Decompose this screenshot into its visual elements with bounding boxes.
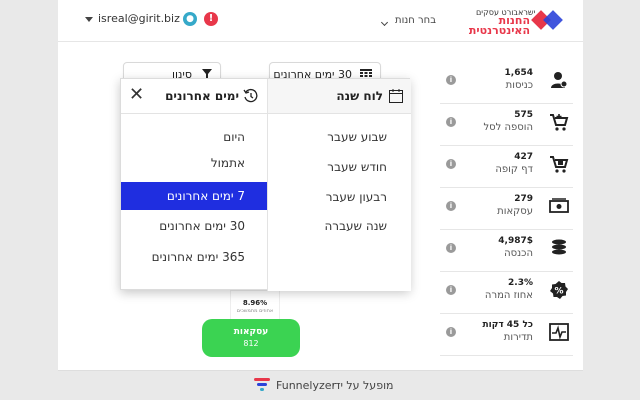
option-last-7-days[interactable]: 7 ימים אחרונים [121, 182, 267, 210]
deals-value: 812 [243, 339, 259, 348]
close-icon[interactable]: ✕ [129, 84, 144, 106]
info-icon[interactable]: i [446, 117, 456, 127]
funnelyzer-logo-icon [254, 378, 270, 391]
footer: Funnelyzer מופעל על ידי [58, 370, 583, 400]
option-last-month[interactable]: חודש שעבר [267, 153, 411, 181]
calendar-title: לוח שנה [336, 89, 383, 103]
alert-icon[interactable]: ! [204, 12, 218, 26]
brand-name: החנות האינטרנטית [468, 15, 530, 37]
stat-label: דף קופה [495, 164, 533, 175]
info-icon[interactable]: i [446, 159, 456, 169]
stat-row-add-to-cart[interactable]: 575 הוספה לסל i [440, 106, 573, 146]
stat-label: תדירות [503, 332, 533, 343]
svg-text:%: % [554, 287, 563, 297]
option-last-365-days[interactable]: 365 ימים אחרונים [121, 243, 267, 271]
stat-value: כל 45 דקות [482, 320, 533, 330]
recent-days-title: ימים אחרונים [165, 89, 239, 103]
stat-row-checkout[interactable]: 427 דף קופה i [440, 148, 573, 188]
deals-funnel-button[interactable]: עסקאות 812 [202, 319, 300, 357]
footer-powered-by: מופעל על ידי [332, 379, 394, 392]
option-last-quarter[interactable]: רבעון שעבר [267, 183, 411, 211]
info-icon[interactable]: i [446, 201, 456, 211]
stat-label: הכנסה [504, 248, 533, 259]
store-select[interactable]: בחר חנות [395, 15, 436, 26]
info-icon[interactable]: i [446, 285, 456, 295]
date-range-dropdown: ✕ ימים אחרונים היום אתמול 7 ימים אחרונים… [120, 78, 411, 291]
conversion-pct: 8.96% [242, 299, 268, 307]
stat-value: 2.3% [508, 278, 533, 288]
option-today[interactable]: היום [121, 123, 267, 151]
footer-brand[interactable]: Funnelyzer [276, 379, 336, 392]
conversion-sub: אחוזים מתמשכים [236, 308, 274, 314]
stat-label: הוספה לסל [483, 122, 533, 133]
pulse-icon [549, 323, 569, 341]
recent-days-header: ✕ ימים אחרונים [121, 79, 267, 114]
option-yesterday[interactable]: אתמול [121, 149, 267, 177]
cart-add-icon [550, 114, 569, 131]
stat-label: עסקאות [497, 206, 533, 217]
info-icon[interactable]: i [446, 327, 456, 337]
stat-value: 1,654 [504, 68, 533, 78]
money-icon [549, 198, 569, 213]
brand-line-2: האינטרנטית [468, 24, 530, 37]
stat-row-visits[interactable]: 1,654 כניסות i [440, 64, 573, 104]
calendar-panel: לוח שנה שבוע שעבר חודש שעבר רבעון שעבר ש… [267, 79, 411, 291]
recent-days-panel: ✕ ימים אחרונים היום אתמול 7 ימים אחרונים… [121, 79, 267, 291]
brand-logo-icon [531, 10, 563, 30]
percent-icon: % [550, 281, 568, 299]
conversion-box: 8.96% אחוזים מתמשכים [230, 290, 280, 320]
stat-row-revenue[interactable]: 4,987$ הכנסה i [440, 232, 573, 272]
option-last-week[interactable]: שבוע שעבר [267, 123, 411, 151]
avatar-icon[interactable]: ● [183, 12, 197, 26]
stat-value: 279 [514, 194, 533, 204]
stat-value: 4,987$ [498, 236, 533, 246]
info-icon[interactable]: i [446, 75, 456, 85]
history-icon [243, 88, 258, 103]
stat-row-deals[interactable]: 279 עסקאות i [440, 190, 573, 230]
coins-icon [552, 239, 566, 255]
top-header: isreal@girit.biz ● ! בחר חנות ישראבורט ע… [58, 0, 583, 42]
app-frame: isreal@girit.biz ● ! בחר חנות ישראבורט ע… [58, 0, 583, 400]
calendar-icon [389, 89, 403, 103]
user-icon [551, 72, 568, 88]
stat-row-conversion-rate[interactable]: 2.3% אחוז המרה i % [440, 274, 573, 314]
stat-label: כניסות [505, 80, 533, 91]
option-last-30-days[interactable]: 30 ימים אחרונים [121, 212, 267, 240]
stat-label: אחוז המרה [484, 290, 533, 301]
deals-label: עסקאות [233, 327, 269, 337]
calendar-header: לוח שנה [268, 79, 411, 114]
user-email[interactable]: isreal@girit.biz [98, 12, 180, 25]
option-last-year[interactable]: שנה שעברה [267, 212, 411, 240]
stat-value: 427 [514, 152, 533, 162]
stat-row-frequency[interactable]: כל 45 דקות תדירות i [440, 316, 573, 356]
user-menu-chevron-icon[interactable] [85, 17, 93, 22]
info-icon[interactable]: i [446, 243, 456, 253]
stat-value: 575 [514, 110, 533, 120]
store-select-chevron-icon[interactable] [380, 18, 389, 27]
checkout-icon [550, 156, 569, 173]
